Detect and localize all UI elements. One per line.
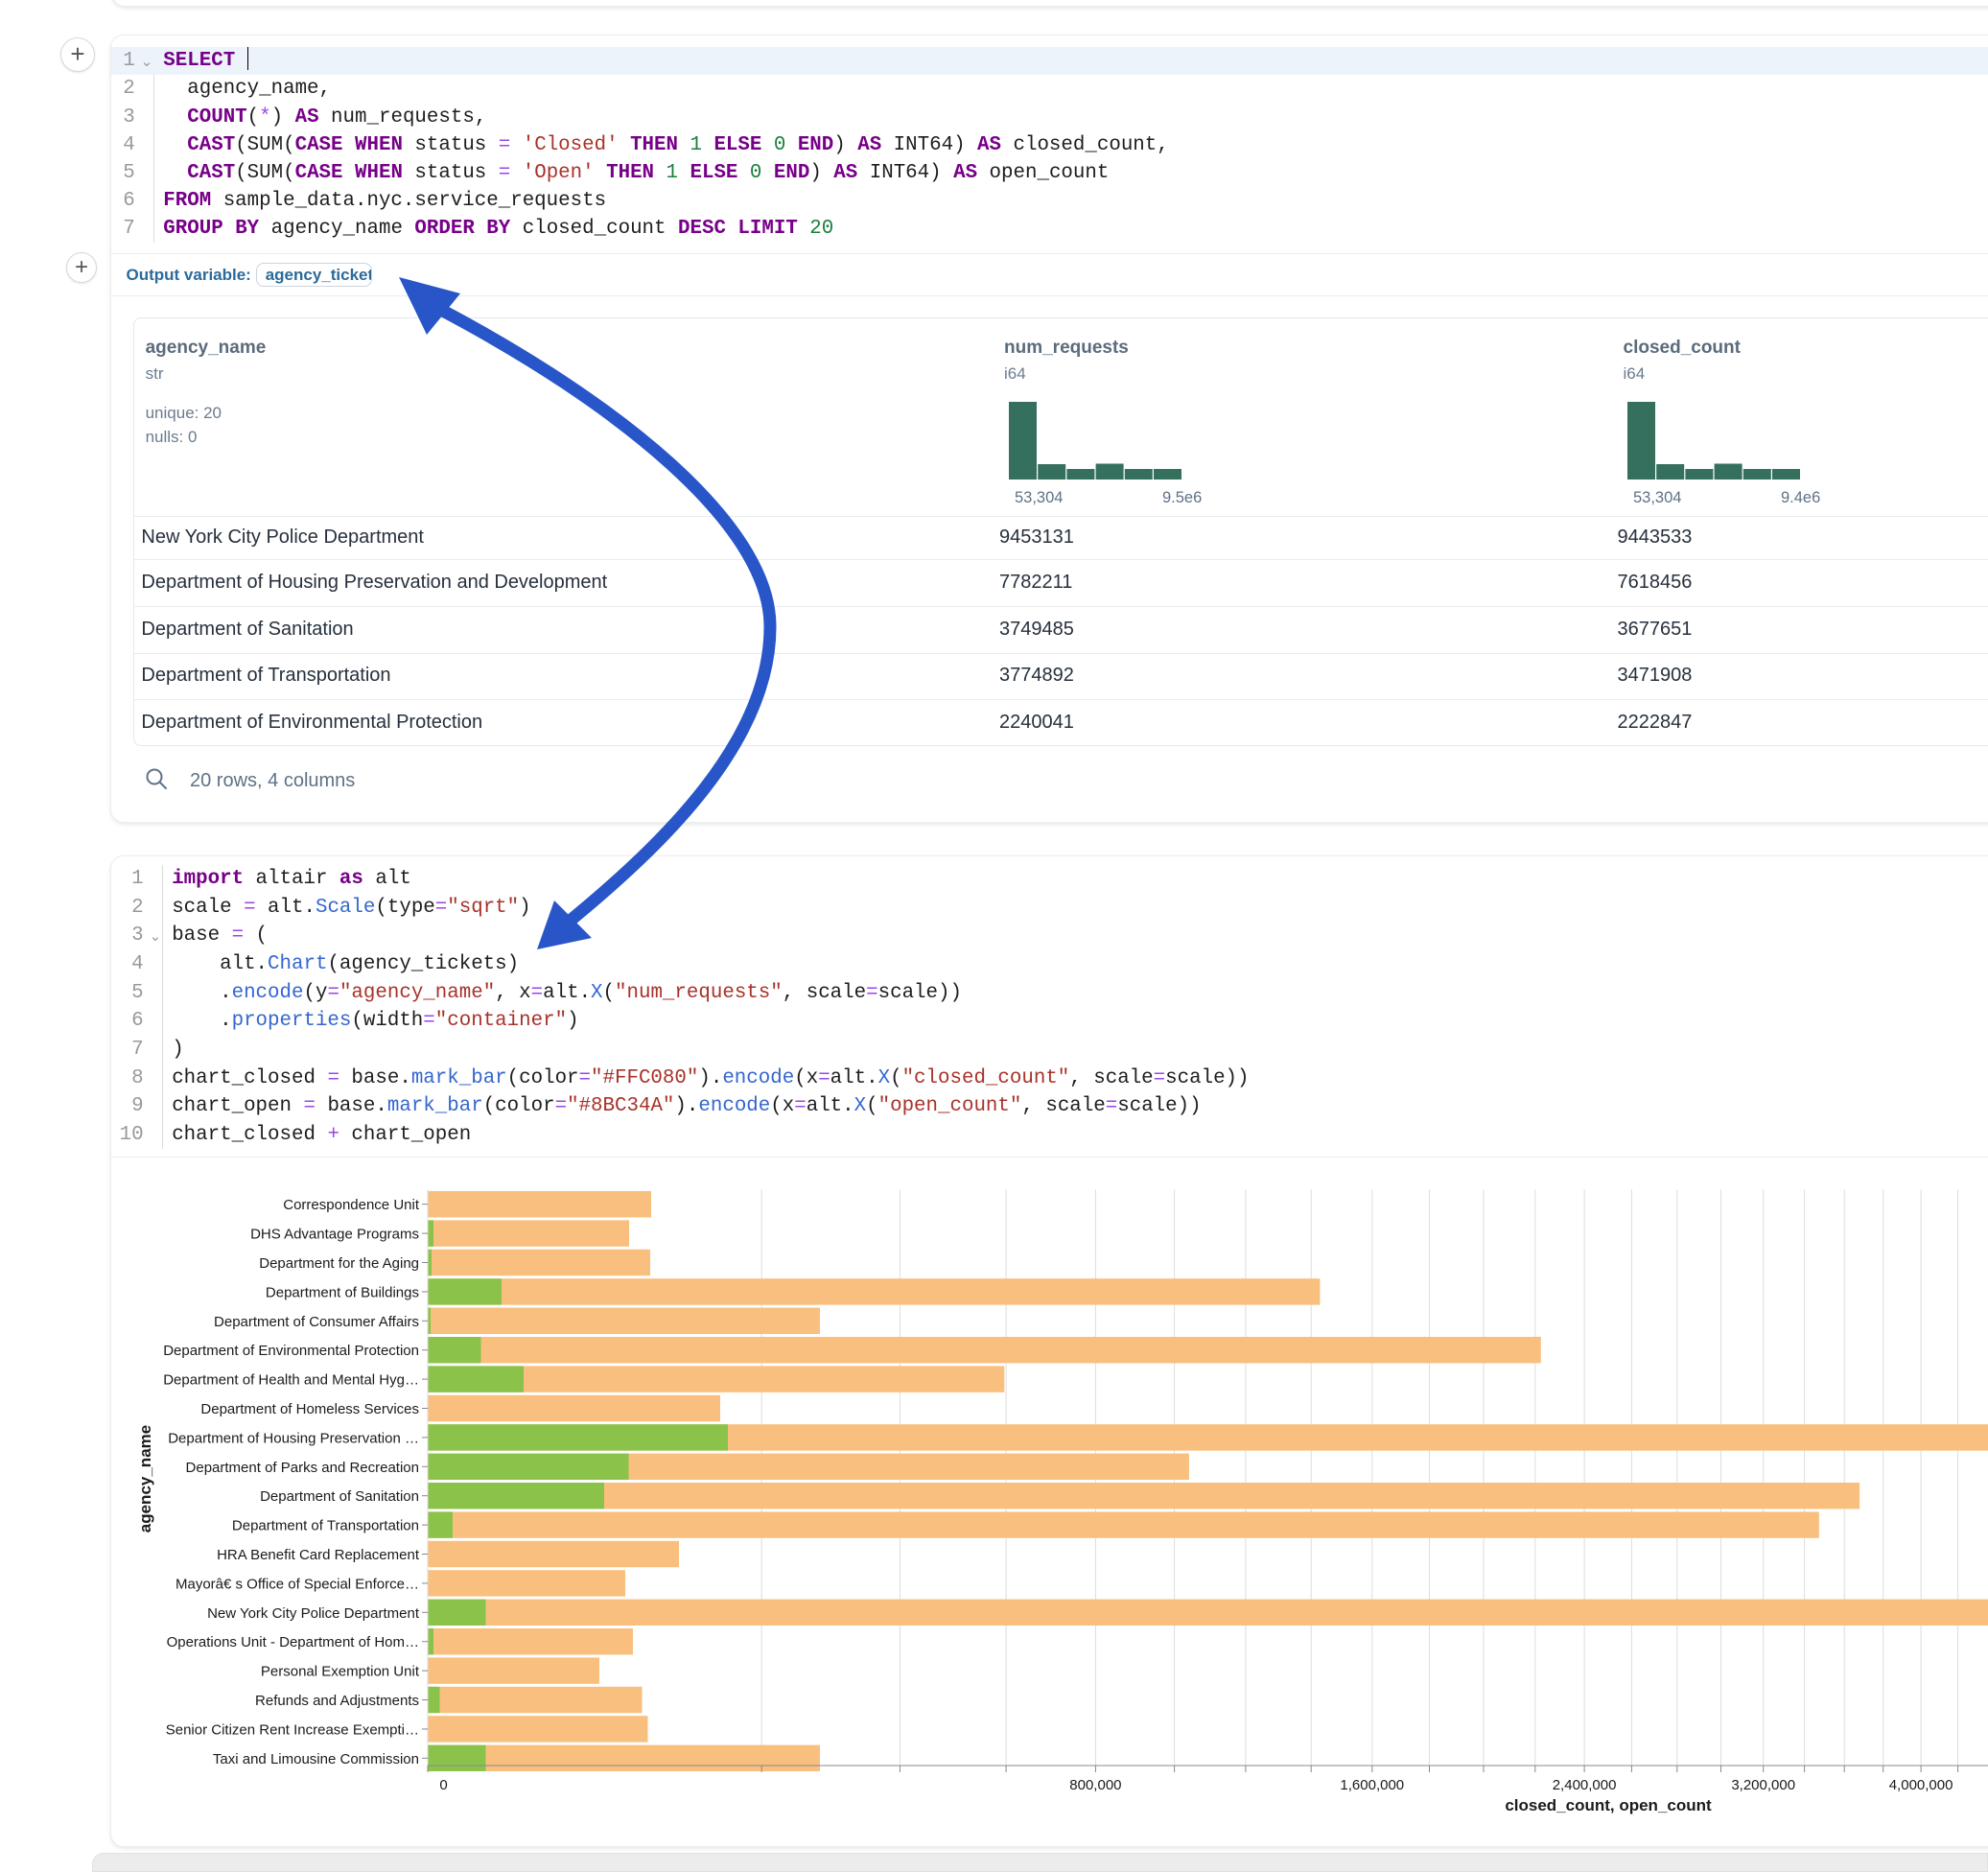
svg-text:Senior Citizen Rent Increase E: Senior Citizen Rent Increase Exempti… xyxy=(166,1721,419,1738)
svg-text:1,600,000: 1,600,000 xyxy=(1340,1777,1404,1793)
svg-text:agency_name: agency_name xyxy=(136,1425,154,1533)
svg-text:Department of Transportation: Department of Transportation xyxy=(232,1518,419,1534)
svg-text:Department of Consumer Affairs: Department of Consumer Affairs xyxy=(214,1314,419,1330)
svg-text:800,000: 800,000 xyxy=(1069,1777,1121,1793)
svg-text:Department of Housing Preserva: Department of Housing Preservation … xyxy=(168,1430,419,1446)
svg-text:Taxi and Limousine Commission: Taxi and Limousine Commission xyxy=(213,1751,419,1767)
svg-text:Personal Exemption Unit: Personal Exemption Unit xyxy=(261,1664,420,1680)
svg-text:HRA Benefit Card Replacement: HRA Benefit Card Replacement xyxy=(217,1547,420,1563)
svg-text:Department of Buildings: Department of Buildings xyxy=(266,1284,419,1300)
svg-text:Department of Homeless Service: Department of Homeless Services xyxy=(200,1401,419,1417)
svg-text:Department of Sanitation: Department of Sanitation xyxy=(260,1488,419,1505)
svg-text:3,200,000: 3,200,000 xyxy=(1731,1777,1795,1793)
svg-text:Correspondence Unit: Correspondence Unit xyxy=(283,1197,420,1213)
svg-text:closed_count, open_count: closed_count, open_count xyxy=(1505,1796,1712,1814)
svg-text:Department for the Aging: Department for the Aging xyxy=(259,1255,419,1272)
svg-text:2,400,000: 2,400,000 xyxy=(1553,1777,1617,1793)
svg-text:Department of Health and Menta: Department of Health and Mental Hyg… xyxy=(163,1372,419,1389)
svg-text:New York City Police Departmen: New York City Police Department xyxy=(207,1605,420,1622)
svg-text:4,000,000: 4,000,000 xyxy=(1889,1777,1953,1793)
svg-text:Refunds and Adjustments: Refunds and Adjustments xyxy=(255,1693,419,1709)
svg-text:Department of Environmental Pr: Department of Environmental Protection xyxy=(163,1343,419,1359)
svg-text:Department of Parks and Recrea: Department of Parks and Recreation xyxy=(186,1460,419,1476)
svg-text:Operations Unit - Department o: Operations Unit - Department of Hom… xyxy=(167,1634,419,1650)
svg-text:0: 0 xyxy=(439,1777,447,1793)
svg-text:Mayorâ€ s Office of Special En: Mayorâ€ s Office of Special Enforce… xyxy=(175,1576,419,1592)
svg-text:DHS Advantage Programs: DHS Advantage Programs xyxy=(250,1227,419,1243)
